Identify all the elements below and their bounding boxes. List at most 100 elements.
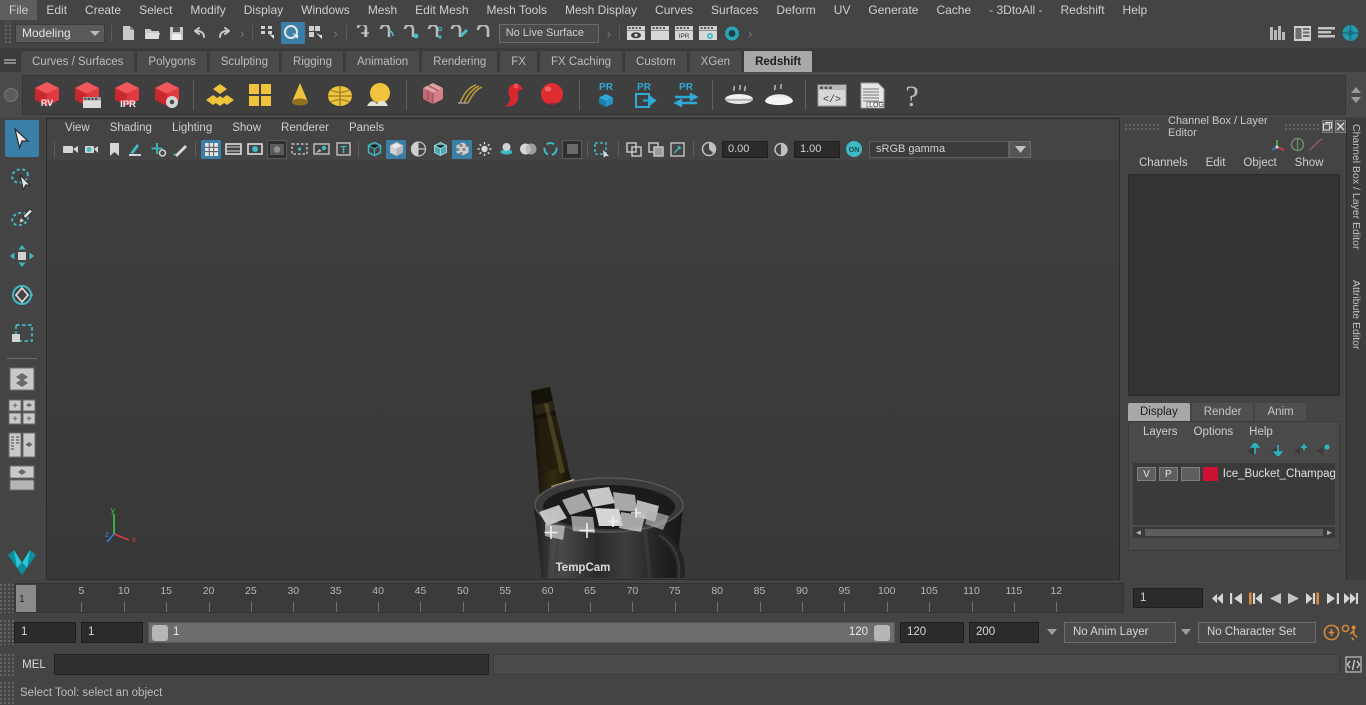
tool-settings-icon[interactable] (1314, 22, 1338, 44)
menu-select[interactable]: Select (130, 0, 181, 20)
undock-icon[interactable] (1321, 120, 1333, 133)
anim-curve-icon[interactable] (1306, 136, 1324, 152)
tab-render[interactable]: Render (1191, 403, 1254, 421)
wireframe-icon[interactable] (364, 140, 384, 159)
layer-menu-options[interactable]: Options (1186, 426, 1242, 438)
move-layer-up-icon[interactable] (1247, 441, 1262, 459)
channel-menu-object[interactable]: Object (1234, 157, 1285, 169)
bake-set-icon[interactable] (759, 76, 799, 114)
make-live-icon[interactable] (471, 22, 495, 44)
command-language-label[interactable]: MEL (14, 659, 54, 671)
xray-active-components-icon[interactable] (668, 140, 688, 159)
textured-icon[interactable] (452, 139, 472, 159)
ipr-render-icon[interactable]: IPR (672, 22, 696, 44)
new-layer-icon[interactable] (1293, 443, 1308, 459)
shelf-tab-custom[interactable]: Custom (624, 50, 688, 72)
use-default-material-icon[interactable] (430, 140, 450, 159)
xray-icon[interactable] (624, 140, 644, 159)
menu-file[interactable]: File (0, 0, 38, 20)
step-back-frame-icon[interactable] (1246, 587, 1265, 609)
menu-create[interactable]: Create (76, 0, 130, 20)
layer-list[interactable]: V P Ice_Bucket_Champagn (1133, 463, 1335, 525)
panel-grip-right[interactable] (1283, 122, 1320, 131)
character-set-field[interactable]: No Character Set (1198, 621, 1316, 643)
panel-grip[interactable] (1124, 122, 1160, 131)
hypergraph-persp-layout[interactable] (5, 463, 39, 493)
collapse-arrow-icon[interactable]: › (603, 26, 615, 41)
snap-projected-icon[interactable] (423, 22, 447, 44)
redshift-proxy-icon[interactable] (413, 76, 453, 114)
layer-visibility-toggle[interactable]: V (1137, 467, 1156, 481)
3d-viewport[interactable]: y x z TempCam (47, 160, 1119, 578)
new-scene-icon[interactable] (116, 22, 140, 44)
animation-preferences-icon[interactable] (1341, 621, 1360, 643)
list-item[interactable]: V P Ice_Bucket_Champagn (1133, 466, 1335, 482)
move-tool[interactable] (5, 237, 39, 274)
render-settings-icon[interactable] (696, 22, 720, 44)
scale-tool[interactable] (5, 315, 39, 352)
anim-layer-dropdown-icon[interactable] (1044, 622, 1060, 643)
redshift-light-cone-icon[interactable] (280, 76, 320, 114)
range-slider-track[interactable]: 1 120 (148, 621, 895, 643)
save-scene-icon[interactable] (164, 22, 188, 44)
safe-action-icon[interactable] (311, 140, 331, 159)
command-input[interactable] (54, 654, 489, 675)
current-time-indicator[interactable]: 1 (16, 585, 36, 612)
layer-horizontal-scrollbar[interactable]: ◄ ► (1133, 527, 1335, 538)
pr-export-icon[interactable]: PR (626, 76, 666, 114)
script-editor-icon[interactable]: </> (812, 76, 852, 114)
display-layer-icon[interactable] (1288, 136, 1306, 152)
color-management-toggle[interactable]: ON (843, 140, 865, 159)
menu-help[interactable]: Help (1114, 0, 1157, 20)
bake-icon[interactable] (719, 76, 759, 114)
shelf-tab-rendering[interactable]: Rendering (421, 50, 499, 72)
redshift-ipr-icon[interactable]: IPR (107, 76, 147, 114)
grid-toggle-icon[interactable] (201, 139, 221, 159)
lights-icon[interactable] (474, 140, 494, 159)
redshift-hair-icon[interactable] (453, 76, 493, 114)
snap-curve-icon[interactable] (375, 22, 399, 44)
render-current-frame-icon[interactable] (648, 22, 672, 44)
anim-start-field[interactable]: 1 (14, 621, 76, 643)
xray-joints-icon[interactable] (646, 140, 666, 159)
shelf-tab-curves-surfaces[interactable]: Curves / Surfaces (20, 50, 136, 72)
command-line-grip[interactable] (0, 653, 14, 676)
layer-playback-toggle[interactable]: P (1158, 467, 1178, 481)
layer-menu-help[interactable]: Help (1241, 426, 1281, 438)
paint-select-tool[interactable] (5, 198, 39, 235)
dock-tab-channel-box[interactable]: Channel Box / Layer Editor (1347, 118, 1365, 256)
hypershade-icon[interactable] (720, 22, 744, 44)
multisample-icon[interactable] (562, 139, 582, 159)
range-slider-grip[interactable] (0, 619, 14, 645)
redshift-material-icon[interactable] (200, 76, 240, 114)
redshift-render-view-icon[interactable]: RV (27, 76, 67, 114)
menu-curves[interactable]: Curves (646, 0, 702, 20)
select-camera-icon[interactable] (60, 140, 80, 159)
menu-mesh-tools[interactable]: Mesh Tools (478, 0, 556, 20)
color-profile-field[interactable]: sRGB gamma (869, 140, 1009, 158)
undo-icon[interactable] (188, 22, 212, 44)
shaded-wireframe-icon[interactable] (408, 140, 428, 159)
script-editor-icon[interactable] (1342, 654, 1364, 676)
menu-deform[interactable]: Deform (767, 0, 824, 20)
menu-uv[interactable]: UV (825, 0, 860, 20)
layer-color-swatch[interactable] (1202, 467, 1218, 481)
menu-set-selector[interactable]: Modeling (15, 23, 105, 43)
channel-box-list[interactable] (1128, 174, 1340, 396)
isolate-select-icon[interactable] (593, 140, 613, 159)
select-hierarchy-icon[interactable] (257, 22, 281, 44)
shadows-icon[interactable] (496, 140, 516, 159)
menu-3dtoall[interactable]: - 3DtoAll - (980, 0, 1051, 20)
redo-icon[interactable] (212, 22, 236, 44)
scroll-right-icon[interactable]: ► (1324, 527, 1335, 538)
time-slider-track[interactable]: 1 5 10 15 20 25 30 35 40 45 50 55 60 65 70 75 80 85 90 95 1… (14, 583, 1124, 613)
exposure-value[interactable]: 0.00 (722, 140, 768, 158)
collapse-arrow-icon[interactable]: › (329, 26, 341, 41)
outliner-persp-layout[interactable] (5, 430, 39, 460)
tab-display[interactable]: Display (1128, 403, 1190, 421)
range-start-handle[interactable] (152, 624, 168, 641)
tab-anim[interactable]: Anim (1255, 403, 1306, 421)
shelf-tab-sculpting[interactable]: Sculpting (208, 50, 281, 72)
character-set-dropdown-icon[interactable] (1178, 622, 1194, 643)
color-profile-dropdown[interactable] (1009, 140, 1031, 158)
